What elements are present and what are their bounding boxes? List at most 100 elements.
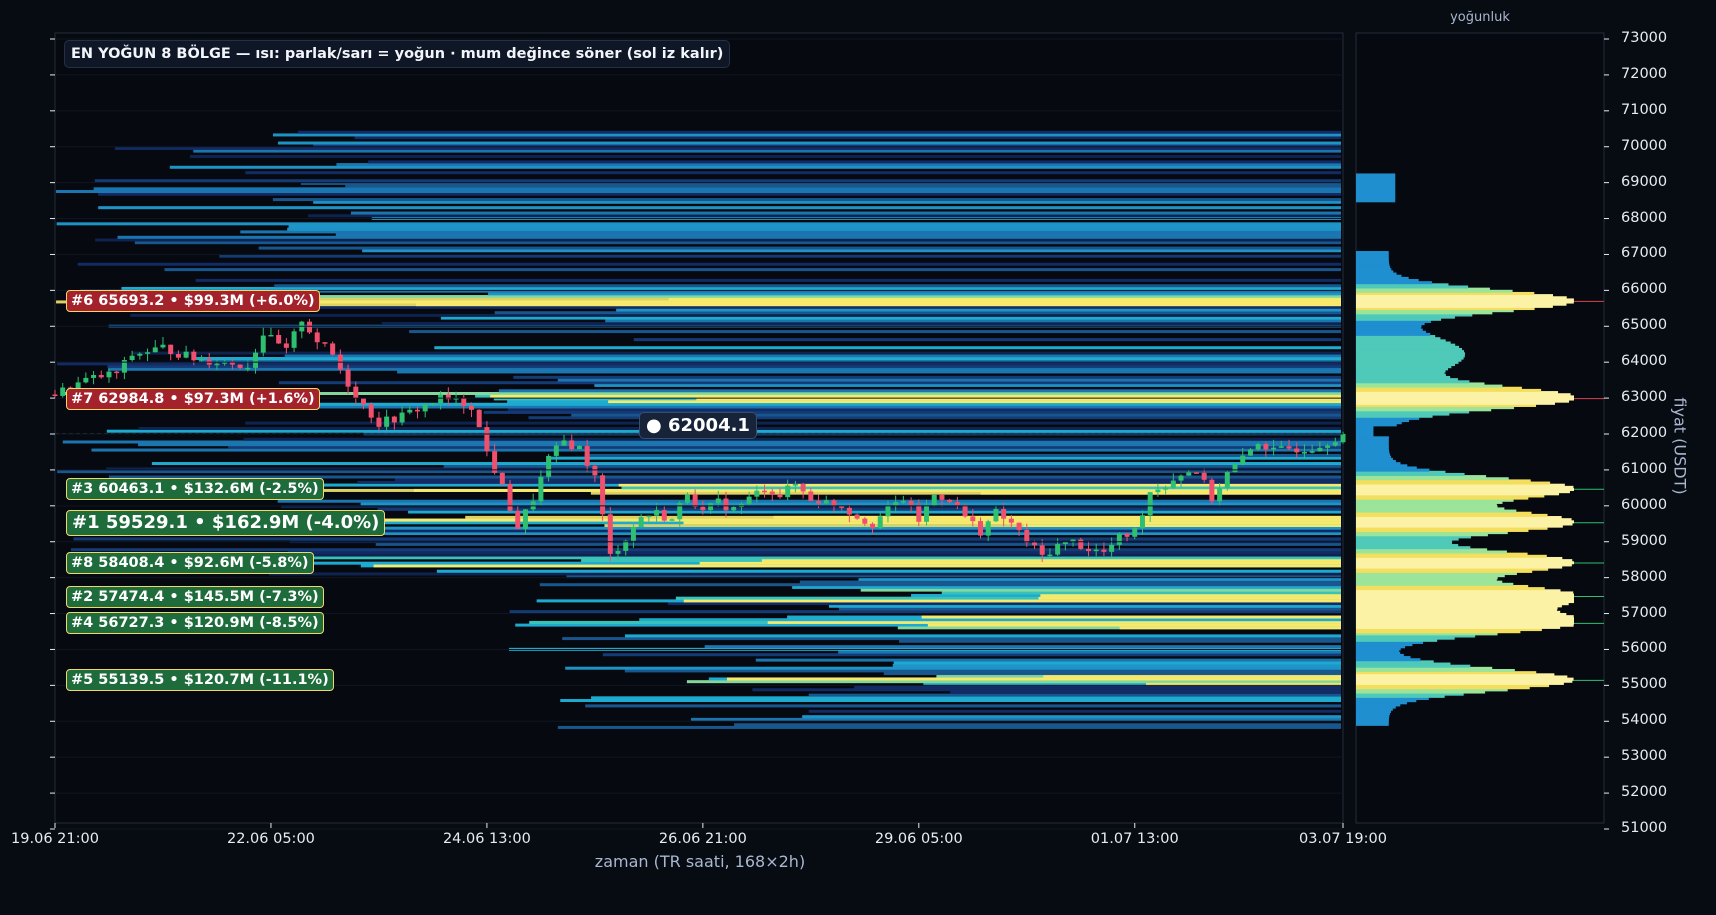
- heat-band: [639, 618, 1341, 622]
- heat-band: [193, 149, 1341, 153]
- candle-body: [345, 369, 351, 387]
- zone-label-8: #8 58408.4 • $92.6M (-5.8%): [66, 551, 314, 574]
- candle-body: [947, 499, 953, 503]
- candle-body: [800, 483, 806, 492]
- heat-band: [354, 136, 1342, 140]
- heat-band: [605, 319, 1341, 323]
- heat-band-hot: [1043, 674, 1341, 678]
- candle-body: [1155, 489, 1161, 493]
- heat-band-hot: [608, 400, 1341, 404]
- candle-body: [152, 347, 158, 353]
- candle-body: [978, 521, 984, 536]
- candle-body: [384, 416, 390, 427]
- heat-band: [539, 583, 1341, 587]
- candle-body: [191, 351, 197, 361]
- candle-body: [1124, 533, 1130, 537]
- candle-body: [546, 455, 552, 477]
- candle-body: [1163, 487, 1169, 490]
- candle-body: [1247, 449, 1253, 456]
- heat-band: [562, 637, 1341, 641]
- heat-band: [73, 537, 1342, 541]
- candle-body: [1332, 442, 1338, 446]
- x-axis-title: zaman (TR saati, 168×2h): [594, 852, 806, 871]
- heat-band-hot: [413, 488, 1341, 492]
- y-tick-label: 54000: [1621, 712, 1668, 729]
- heat-band: [633, 338, 1341, 342]
- candle-body: [569, 440, 575, 450]
- candle-body: [1070, 539, 1076, 542]
- x-tick-label: 01.07 13:00: [1090, 831, 1179, 847]
- x-tick-label: 03.07 19:00: [1299, 831, 1387, 847]
- heat-band-hot: [921, 615, 1341, 619]
- chart-title: EN YOĞUN 8 BÖLGE — ısı: parlak/sarı = yo…: [64, 40, 731, 68]
- heat-band: [667, 602, 1341, 606]
- heat-band: [287, 227, 1341, 231]
- candle-body: [330, 343, 336, 355]
- heat-band-hot: [1023, 523, 1341, 527]
- heat-band: [117, 235, 1342, 239]
- heat-band: [138, 443, 1341, 447]
- candle-body: [129, 355, 135, 361]
- candle-body: [183, 351, 189, 358]
- heat-band: [546, 456, 1341, 460]
- heat-band-hot: [668, 297, 1341, 301]
- candle-body: [1047, 554, 1053, 557]
- heat-band: [585, 704, 1341, 708]
- x-tick-label: 19.06 21:00: [11, 831, 99, 847]
- y-axis-title: fiyat (USDT): [1670, 397, 1690, 495]
- heat-band-hot: [767, 620, 1341, 624]
- candle-body: [893, 502, 899, 506]
- heat-band: [164, 268, 1341, 272]
- heat-band: [189, 155, 1341, 158]
- heat-band: [98, 206, 1341, 210]
- candle-body: [1271, 447, 1277, 450]
- candle-body: [777, 494, 783, 498]
- candle-body: [145, 352, 151, 354]
- candle-body: [954, 502, 960, 506]
- heat-band: [838, 607, 1341, 611]
- x-tick-label: 22.06 05:00: [226, 831, 315, 847]
- zone-label-3: #3 60463.1 • $132.6M (-2.5%): [66, 478, 324, 501]
- heat-band: [557, 725, 1341, 729]
- heat-band-hot: [726, 677, 1341, 681]
- candle-body: [283, 343, 289, 348]
- candle-body: [291, 331, 297, 348]
- heat-band: [507, 408, 1341, 412]
- y-tick-label: 52000: [1621, 784, 1668, 801]
- candle-body: [638, 516, 644, 528]
- candle-body: [137, 353, 143, 356]
- candle-body: [1039, 545, 1045, 555]
- candle-body: [1193, 472, 1199, 474]
- heat-band: [194, 356, 1342, 360]
- heat-band: [350, 211, 1341, 215]
- candle-body: [1301, 452, 1307, 454]
- candle-body: [839, 506, 845, 508]
- candle-body: [816, 501, 822, 504]
- candle-body: [831, 500, 837, 507]
- candle-body: [646, 515, 652, 518]
- candle-body: [939, 494, 945, 500]
- candle-body: [1178, 475, 1184, 481]
- heat-band: [560, 699, 1341, 703]
- heat-band: [494, 311, 1341, 315]
- candle-body: [314, 332, 320, 343]
- candle-body: [870, 523, 876, 528]
- heat-band: [377, 507, 1342, 511]
- heat-band: [62, 440, 1341, 444]
- heat-band: [114, 146, 1341, 150]
- candle-body: [931, 494, 937, 506]
- heat-band: [808, 693, 1341, 697]
- candle-body: [584, 445, 590, 466]
- candle-body: [414, 409, 420, 412]
- candle-body: [484, 427, 490, 452]
- heat-band: [792, 585, 1341, 589]
- y-tick-label: 72000: [1621, 65, 1668, 82]
- candle-body: [985, 521, 991, 536]
- heat-band-hot: [373, 564, 1342, 568]
- candle-body: [507, 484, 513, 511]
- candle-body: [1340, 433, 1346, 443]
- candle-body: [877, 516, 883, 528]
- y-tick-label: 63000: [1621, 389, 1668, 406]
- candle-body: [792, 483, 798, 486]
- heat-band: [70, 548, 1341, 552]
